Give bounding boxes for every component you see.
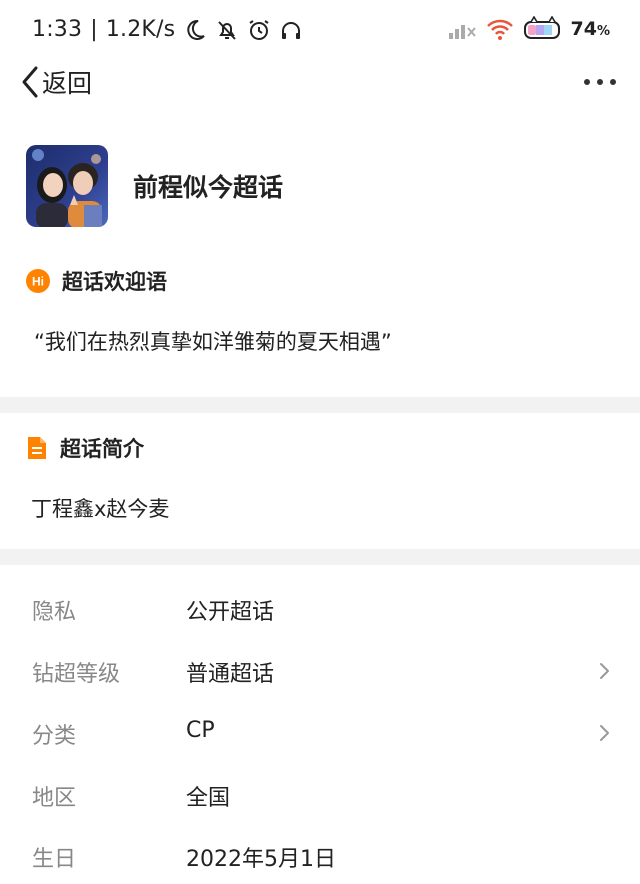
welcome-text: “我们在热烈真挚如洋雏菊的夏天相遇” [34, 330, 392, 354]
topic-title: 前程似今超话 [133, 173, 284, 202]
battery-percent: 74% [570, 18, 610, 40]
info-row-level[interactable]: 钻超等级 普通超话 [0, 642, 640, 698]
status-time: 1:33 [32, 17, 83, 42]
hi-icon: Hi [26, 269, 50, 293]
info-value: 2022年5月1日 [186, 847, 336, 872]
document-icon [28, 437, 46, 459]
info-label: 生日 [32, 847, 77, 872]
info-row-privacy: 隐私 公开超话 [0, 580, 640, 636]
avatar-image [26, 145, 108, 227]
topic-header: 前程似今超话 [26, 144, 283, 228]
intro-section-title: 超话简介 [60, 437, 144, 461]
signal-icon [448, 25, 476, 39]
more-icon[interactable] [582, 70, 618, 94]
wifi-icon [486, 19, 513, 40]
topic-avatar[interactable] [26, 145, 108, 227]
info-label: 钻超等级 [32, 662, 121, 687]
status-separator: | [90, 17, 98, 42]
status-bar-right: 74% [447, 16, 610, 42]
chevron-right-icon [600, 725, 609, 741]
info-value: 普通超话 [186, 662, 275, 687]
status-bar-left: 1:33 | 1.2K/s [32, 17, 303, 42]
welcome-section-title: 超话欢迎语 [62, 270, 167, 294]
battery-icon [523, 16, 560, 39]
info-value: 全国 [186, 786, 231, 811]
bell-off-icon [218, 20, 237, 40]
info-value: CP [186, 718, 215, 743]
network-speed: 1.2K/s [105, 17, 176, 42]
chevron-left-icon [22, 66, 38, 98]
moon-icon [187, 19, 206, 40]
info-label: 分类 [32, 724, 77, 749]
section-divider [0, 549, 640, 565]
intro-text: 丁程鑫x赵今麦 [31, 497, 170, 521]
info-row-birthday: 生日 2022年5月1日 [0, 827, 640, 883]
intro-section-header: 超话简介 [26, 433, 144, 463]
svg-text:Hi: Hi [32, 275, 44, 289]
chevron-right-icon [600, 663, 609, 679]
info-label: 隐私 [32, 600, 77, 625]
info-row-category[interactable]: 分类 CP [0, 704, 640, 760]
alarm-icon [249, 19, 269, 40]
info-label: 地区 [32, 786, 77, 811]
back-label: 返回 [42, 69, 93, 98]
nav-bar: 返回 [0, 60, 640, 108]
back-button[interactable]: 返回 [20, 64, 92, 100]
headphones-icon [282, 21, 301, 39]
info-value: 公开超话 [186, 600, 275, 625]
info-row-region: 地区 全国 [0, 766, 640, 822]
section-divider [0, 397, 640, 413]
welcome-section-header: Hi 超话欢迎语 [26, 266, 167, 296]
status-bar: 1:33 | 1.2K/s 74% [0, 0, 640, 60]
